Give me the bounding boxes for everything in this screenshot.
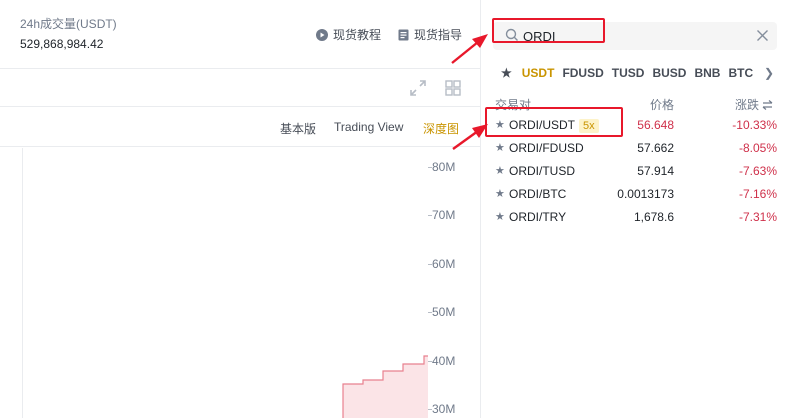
- pair-change: -10.33%: [732, 118, 777, 132]
- tab-tusd[interactable]: TUSD: [612, 66, 645, 80]
- tab-bnb[interactable]: BNB: [694, 66, 720, 80]
- annotation-box-search: [492, 18, 605, 43]
- pair-name: ORDI/TUSD: [509, 164, 575, 178]
- column-header-change[interactable]: 涨跌: [735, 96, 773, 113]
- quote-asset-tabs: ★ USDT FDUSD TUSD BUSD BNB BTC AL: [501, 66, 777, 80]
- tab-fdusd[interactable]: FDUSD: [562, 66, 603, 80]
- y-axis: 80M 70M 60M 50M 40M 30M: [428, 148, 480, 418]
- pair-price: 56.648: [637, 118, 674, 132]
- y-tick-label: 70M: [432, 208, 456, 222]
- y-tick-label: 50M: [432, 305, 456, 319]
- pair-change: -8.05%: [738, 141, 777, 155]
- y-tick-label: 60M: [432, 257, 456, 271]
- column-header-price[interactable]: 价格: [650, 96, 674, 113]
- table-row[interactable]: ★ ORDI/BTC 0.0013173 -7.16%: [481, 183, 800, 206]
- pair-price: 1,678.6: [633, 210, 674, 224]
- table-row[interactable]: ★ ORDI/TRY 1,678.6 -7.31%: [481, 206, 800, 229]
- pair-price: 57.914: [637, 164, 674, 178]
- table-row[interactable]: ★ ORDI/FDUSD 57.662 -8.05%: [481, 137, 800, 160]
- pair-change: -7.16%: [738, 187, 777, 201]
- market-panel: 24h成交量(USDT) 529,868,984.42 现货教程 现货指导 基本…: [0, 0, 480, 418]
- pair-change: -7.31%: [738, 210, 777, 224]
- star-icon[interactable]: ★: [495, 164, 505, 177]
- clear-icon[interactable]: [756, 29, 769, 42]
- tab-busd[interactable]: BUSD: [652, 66, 686, 80]
- pair-change: -7.63%: [738, 164, 777, 178]
- pair-list-panel: ★ USDT FDUSD TUSD BUSD BNB BTC AL ❯ 交易对 …: [481, 0, 800, 418]
- pair-name: ORDI/TRY: [509, 210, 567, 224]
- star-icon[interactable]: ★: [495, 141, 505, 154]
- table-row[interactable]: ★ ORDI/TUSD 57.914 -7.63%: [481, 160, 800, 183]
- depth-chart: [342, 355, 428, 418]
- tab-btc[interactable]: BTC: [728, 66, 753, 80]
- pair-name: ORDI/BTC: [509, 187, 567, 201]
- change-header-label: 涨跌: [735, 98, 760, 112]
- tab-usdt[interactable]: USDT: [522, 66, 555, 80]
- annotation-box-pair: [485, 107, 623, 137]
- pair-price: 0.0013173: [617, 187, 674, 201]
- swap-icon[interactable]: [762, 99, 773, 110]
- star-icon[interactable]: ★: [495, 187, 505, 200]
- chevron-right-icon[interactable]: ❯: [764, 66, 774, 80]
- y-tick-label: 40M: [432, 354, 456, 368]
- pair-price: 57.662: [637, 141, 674, 155]
- star-icon[interactable]: ★: [495, 210, 505, 223]
- depth-area: [343, 356, 428, 418]
- y-tick-label: 30M: [432, 402, 456, 416]
- y-tick-label: 80M: [432, 160, 456, 174]
- favorites-star-icon[interactable]: ★: [501, 66, 512, 80]
- pair-name: ORDI/FDUSD: [509, 141, 584, 155]
